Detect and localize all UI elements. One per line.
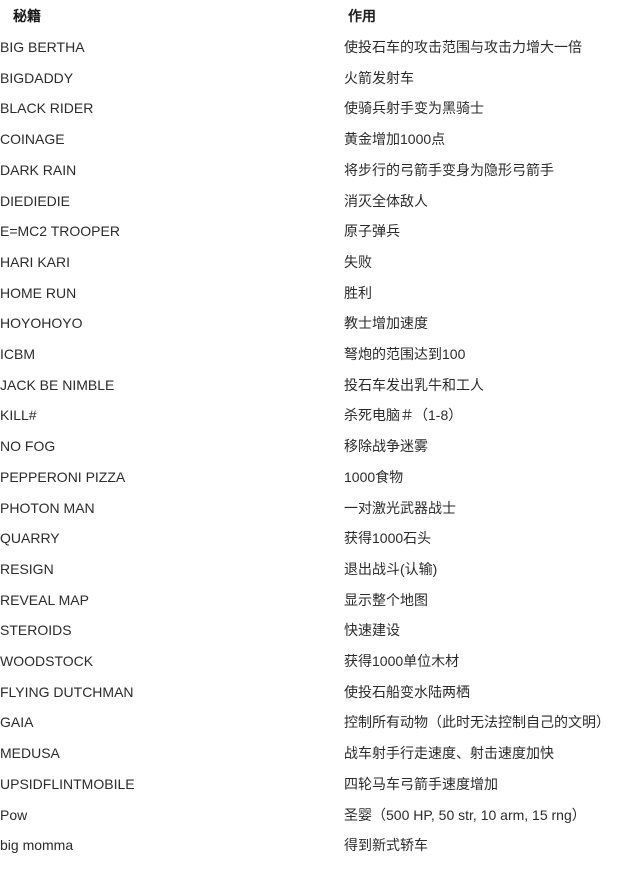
cheat-effect-cell: 四轮马车弓箭手速度增加 [344,775,498,792]
cheat-effect-cell: 原子弹兵 [344,223,400,240]
table-body: BIG BERTHA 使投石车的攻击范围与攻击力增大一倍 BIGDADDY 火箭发射车… [0,32,630,861]
cheat-code-cell: COINAGE [0,131,65,148]
table-row: COINAGE 黄金增加1000点 [0,124,630,155]
cheat-effect-cell: 弩炮的范围达到100 [344,346,466,363]
cheat-code-cell: GAIA [0,714,34,731]
table-row: BIG BERTHA 使投石车的攻击范围与攻击力增大一倍 [0,32,630,63]
table-row: HARI KARI 失败 [0,247,630,278]
table-row: big momma 得到新式轿车 [0,830,630,861]
cheat-effect-cell: 使投石船变水陆两栖 [344,683,470,700]
cheat-code-cell: BIG BERTHA [0,39,85,55]
cheat-code-cell: STEROIDS [0,622,72,639]
cheat-code-cell: HOME RUN [0,284,77,301]
cheat-code-cell: QUARRY [0,530,60,547]
cheat-code-cell: FLYING DUTCHMAN [0,683,134,700]
cheat-effect-cell: 退出战斗(认输) [344,560,438,577]
cheat-code-cell: BLACK RIDER [0,100,94,117]
table-row: FLYING DUTCHMAN 使投石船变水陆两栖 [0,677,630,708]
cheat-effect-cell: 杀死电脑＃（1-8） [344,407,463,424]
cheat-code-cell: KILL# [0,407,37,424]
table-row: PEPPERONI PIZZA 1000食物 [0,462,630,493]
cheat-effect-cell: 战车射手行走速度、射击速度加快 [344,745,554,762]
table-row: QUARRY 获得1000石头 [0,523,630,554]
table-row: E=MC2 TROOPER 原子弹兵 [0,216,630,247]
cheat-code-cell: JACK BE NIMBLE [0,376,115,393]
cheat-effect-cell: 1000食物 [344,468,404,485]
column-header-effect: 作用 [348,8,376,24]
table-row: STEROIDS 快速建设 [0,615,630,646]
table-row: RESIGN 退出战斗(认输) [0,554,630,585]
cheat-effect-cell: 移除战争迷雾 [344,438,428,455]
table-row: MEDUSA 战车射手行走速度、射击速度加快 [0,738,630,769]
cheat-effect-cell: 教士增加速度 [344,315,428,332]
cheat-code-cell: RESIGN [0,560,54,577]
cheat-effect-cell: 控制所有动物（此时无法控制自己的文明） [344,714,610,731]
cheat-effect-cell: 获得1000石头 [344,530,432,547]
cheat-code-cell: UPSIDFLINTMOBILE [0,775,135,792]
cheat-effect-cell: 快速建设 [344,622,400,639]
cheat-effect-cell: 胜利 [344,284,372,301]
table-row: BIGDADDY 火箭发射车 [0,63,630,94]
cheat-code-cell: HARI KARI [0,253,71,270]
cheat-effect-cell: 圣婴（500 HP, 50 str, 10 arm, 15 rng） [344,806,586,823]
cheat-effect-cell: 使投石车的攻击范围与攻击力增大一倍 [344,39,582,55]
table-row: Pow 圣婴（500 HP, 50 str, 10 arm, 15 rng） [0,800,630,831]
cheat-code-cell: NO FOG [0,438,56,455]
cheat-codes-table: 秘籍 作用 BIG BERTHA 使投石车的攻击范围与攻击力增大一倍 BIGDADD… [0,0,630,861]
table-row: NO FOG 移除战争迷雾 [0,431,630,462]
cheat-effect-cell: 失败 [344,253,372,270]
cheat-code-cell: BIGDADDY [0,69,74,86]
cheat-effect-cell: 将步行的弓箭手变身为隐形弓箭手 [344,161,554,178]
table-row: PHOTON MAN 一对激光武器战士 [0,493,630,524]
cheat-effect-cell: 得到新式轿车 [344,837,428,854]
cheat-code-cell: WOODSTOCK [0,653,94,670]
cheat-code-cell: Pow [0,806,28,823]
cheat-effect-cell: 显示整个地图 [344,591,428,608]
column-header-code: 秘籍 [13,8,41,24]
table-row: HOYOHOYO 教士增加速度 [0,308,630,339]
cheat-code-cell: PHOTON MAN [0,499,95,516]
cheat-code-cell: E=MC2 TROOPER [0,223,120,240]
cheat-effect-cell: 一对激光武器战士 [344,499,456,516]
cheat-code-cell: HOYOHOYO [0,315,83,332]
table-row: JACK BE NIMBLE 投石车发出乳牛和工人 [0,370,630,401]
cheat-code-cell: MEDUSA [0,745,60,762]
cheat-effect-cell: 黄金增加1000点 [344,131,446,148]
table-row: UPSIDFLINTMOBILE 四轮马车弓箭手速度增加 [0,769,630,800]
table-row: HOME RUN 胜利 [0,278,630,309]
cheat-code-cell: REVEAL MAP [0,591,89,608]
table-row: REVEAL MAP 显示整个地图 [0,585,630,616]
table-row: GAIA 控制所有动物（此时无法控制自己的文明） [0,707,630,738]
table-row: WOODSTOCK 获得1000单位木材 [0,646,630,677]
table-row: BLACK RIDER 使骑兵射手变为黑骑士 [0,93,630,124]
table-row: ICBM 弩炮的范围达到100 [0,339,630,370]
cheat-effect-cell: 消灭全体敌人 [344,192,428,209]
cheat-effect-cell: 投石车发出乳牛和工人 [344,376,484,393]
cheat-code-cell: DARK RAIN [0,161,77,178]
table-header: 秘籍 作用 [0,0,630,32]
cheat-code-cell: big momma [0,837,74,854]
cheat-effect-cell: 火箭发射车 [344,69,414,86]
cheat-code-cell: PEPPERONI PIZZA [0,468,126,485]
table-row: DARK RAIN 将步行的弓箭手变身为隐形弓箭手 [0,155,630,186]
cheat-code-cell: DIEDIEDIE [0,192,71,209]
cheat-code-cell: ICBM [0,346,35,363]
table-row: DIEDIEDIE 消灭全体敌人 [0,186,630,217]
cheat-effect-cell: 使骑兵射手变为黑骑士 [344,100,484,117]
table-row: KILL# 杀死电脑＃（1-8） [0,400,630,431]
table-header-row: 秘籍 作用 [0,0,630,32]
cheat-effect-cell: 获得1000单位木材 [344,653,460,670]
